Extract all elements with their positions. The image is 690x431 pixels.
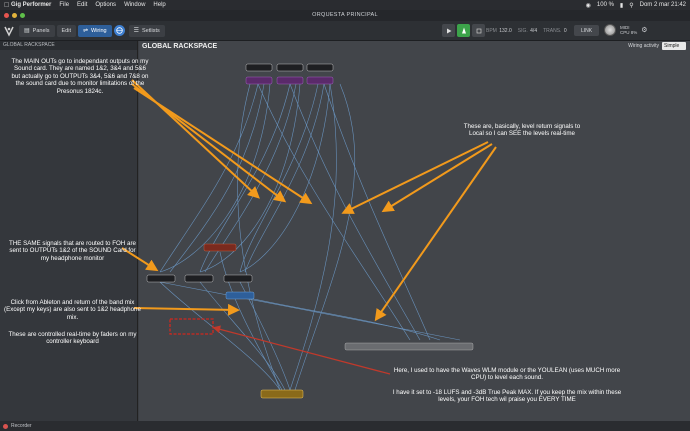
recorder-label[interactable]: Recorder (11, 423, 32, 429)
plugin-block[interactable] (260, 389, 304, 399)
app-window:  Gig Performer File Edit Options Window… (0, 0, 690, 431)
plugin-block[interactable] (306, 76, 334, 85)
orange-arrow (341, 141, 489, 214)
record-icon[interactable] (3, 423, 8, 429)
wire[interactable] (159, 281, 281, 391)
red-highlight-box (169, 318, 214, 335)
plugin-block[interactable] (344, 342, 474, 351)
plugin-block[interactable] (146, 274, 176, 283)
annotation-main-outs: The MAIN OUTs go to independant outputs … (11, 58, 149, 95)
status-bar: Recorder (0, 421, 690, 431)
plugin-block[interactable] (184, 274, 214, 283)
orange-arrow (374, 146, 497, 322)
orange-arrows (121, 79, 497, 322)
wire[interactable] (159, 281, 461, 341)
wire[interactable] (289, 83, 337, 391)
annotation-level-returns: These are, basically, level return signa… (463, 123, 581, 138)
plugin-block[interactable] (276, 76, 304, 85)
plugin-block[interactable] (306, 63, 334, 72)
wire[interactable] (219, 251, 283, 391)
annotation-faders: These are controlled real-time by faders… (8, 331, 137, 346)
annotation-lufs: I have it set to -18 LUFS and -3dB True … (392, 389, 622, 404)
annotation-same-signals: THE SAME signals that are routed to FOH … (9, 240, 136, 262)
plugin-block[interactable] (276, 63, 304, 72)
wire[interactable] (289, 83, 421, 341)
annotation-waves: Here, I used to have the Waves WLM modul… (393, 367, 621, 382)
plugin-block[interactable] (245, 63, 273, 72)
wire[interactable] (323, 83, 431, 341)
annotation-click: Click from Ableton and return of the ban… (4, 299, 141, 321)
plugin-block[interactable] (225, 291, 255, 300)
plugin-block[interactable] (223, 274, 253, 283)
plugin-block[interactable] (203, 243, 237, 252)
wire[interactable] (237, 83, 281, 391)
orange-arrow (133, 303, 240, 316)
plugin-block[interactable] (245, 76, 273, 85)
orange-arrow (133, 87, 313, 205)
wire[interactable] (239, 295, 441, 341)
